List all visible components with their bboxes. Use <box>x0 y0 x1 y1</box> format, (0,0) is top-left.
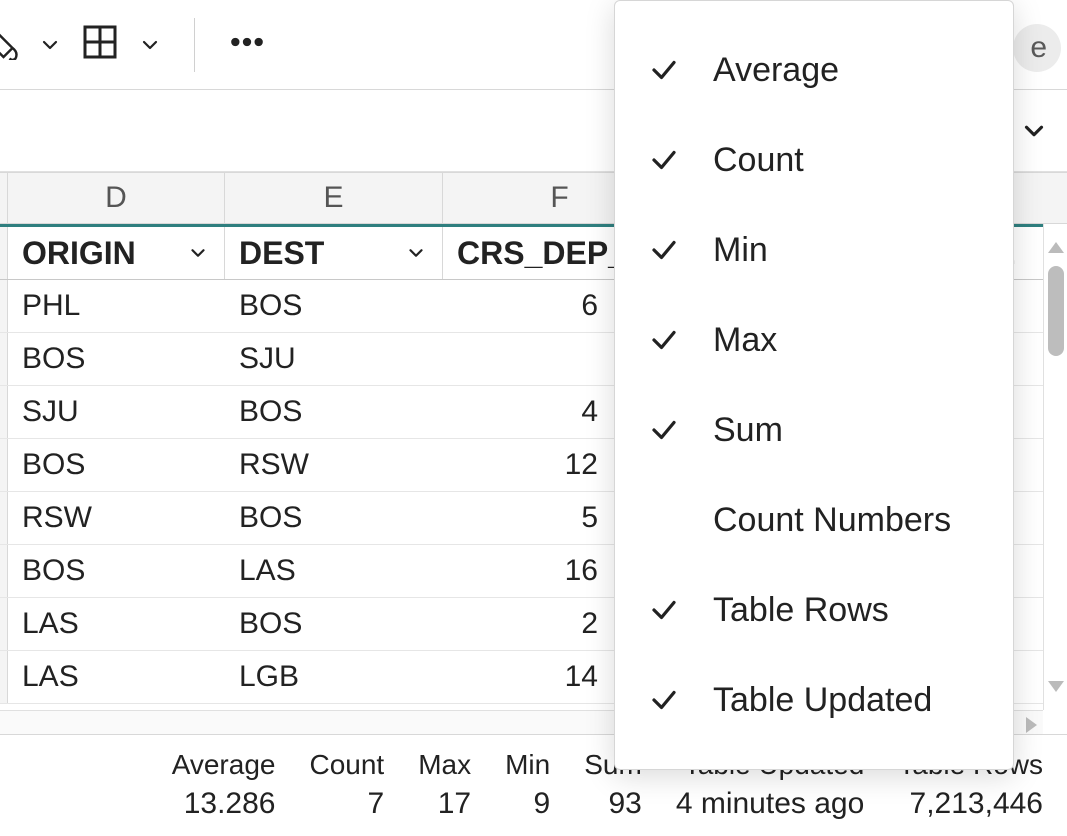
borders-dropdown[interactable] <box>138 33 162 57</box>
toolbar-group-paint <box>10 30 62 60</box>
cell-crs[interactable]: 12 <box>443 439 613 491</box>
summary-value: 17 <box>438 784 471 825</box>
menu-item-count[interactable]: Count <box>615 115 1013 205</box>
column-header-dest[interactable]: DEST <box>225 227 443 279</box>
row-gutter <box>0 545 8 597</box>
cell-crs[interactable]: 6 <box>443 280 613 332</box>
menu-item-label: Count Numbers <box>713 501 951 540</box>
check-icon <box>641 407 687 453</box>
toolbar-pill-letter: e <box>1030 31 1047 64</box>
summary-value: 13.286 <box>184 784 276 825</box>
toolbar-separator <box>194 18 195 72</box>
cell-origin[interactable]: SJU <box>8 386 225 438</box>
summary-value: 4 minutes ago <box>676 784 864 825</box>
row-gutter <box>0 651 8 703</box>
column-header-label: CRS_DEP_ <box>457 235 626 272</box>
cell-dest[interactable]: BOS <box>225 280 443 332</box>
menu-item-min[interactable]: Min <box>615 205 1013 295</box>
summary-max[interactable]: Max 17 <box>418 746 471 824</box>
toolbar-group-borders <box>80 22 162 67</box>
column-header-label: DEST <box>239 235 324 272</box>
summary-context-menu: Average Count Min Max Sum Count Numbers … <box>614 0 1014 770</box>
check-icon-empty <box>641 497 687 543</box>
menu-item-sum[interactable]: Sum <box>615 385 1013 475</box>
scroll-up-icon[interactable] <box>1048 242 1064 253</box>
row-gutter <box>0 280 8 332</box>
scroll-right-icon[interactable] <box>1026 717 1037 733</box>
borders-icon[interactable] <box>80 22 120 67</box>
menu-item-label: Count <box>713 141 804 180</box>
menu-item-table-rows[interactable]: Table Rows <box>615 565 1013 655</box>
column-header-origin[interactable]: ORIGIN <box>8 227 225 279</box>
cell-origin[interactable]: BOS <box>8 439 225 491</box>
scroll-down-icon[interactable] <box>1048 681 1064 692</box>
check-icon <box>641 587 687 633</box>
menu-item-max[interactable]: Max <box>615 295 1013 385</box>
row-gutter <box>0 439 8 491</box>
paint-bucket-icon[interactable] <box>0 30 20 60</box>
cell-crs[interactable]: 5 <box>443 492 613 544</box>
cell-dest[interactable]: BOS <box>225 386 443 438</box>
column-letter[interactable]: E <box>225 173 443 223</box>
menu-item-label: Average <box>713 51 839 90</box>
cell-origin[interactable]: BOS <box>8 333 225 385</box>
summary-label: Min <box>505 746 550 784</box>
scroll-thumb[interactable] <box>1048 266 1064 356</box>
filter-dropdown-icon[interactable] <box>184 239 212 267</box>
paint-bucket-dropdown[interactable] <box>38 33 62 57</box>
summary-label: Count <box>309 746 384 784</box>
cell-dest[interactable]: BOS <box>225 492 443 544</box>
summary-count[interactable]: Count 7 <box>309 746 384 824</box>
cell-crs[interactable]: 2 <box>443 598 613 650</box>
cell-origin[interactable]: PHL <box>8 280 225 332</box>
check-icon <box>641 227 687 273</box>
summary-value: 7,213,446 <box>910 784 1043 825</box>
cell-dest[interactable]: RSW <box>225 439 443 491</box>
check-icon <box>641 47 687 93</box>
row-gutter <box>0 173 8 223</box>
menu-item-label: Max <box>713 321 777 360</box>
cell-crs[interactable]: 4 <box>443 386 613 438</box>
menu-item-average[interactable]: Average <box>615 25 1013 115</box>
vertical-scrollbar[interactable] <box>1043 224 1067 710</box>
column-letter[interactable]: D <box>8 173 225 223</box>
cell-origin[interactable]: LAS <box>8 651 225 703</box>
cell-dest[interactable]: LAS <box>225 545 443 597</box>
menu-item-label: Table Rows <box>713 591 889 630</box>
cell-dest[interactable]: BOS <box>225 598 443 650</box>
summary-value: 9 <box>534 784 551 825</box>
row-gutter <box>0 598 8 650</box>
menu-item-table-updated[interactable]: Table Updated <box>615 655 1013 745</box>
row-gutter <box>0 386 8 438</box>
summary-label: Average <box>172 746 276 784</box>
cell-dest[interactable]: LGB <box>225 651 443 703</box>
column-header-label: ORIGIN <box>22 235 136 272</box>
menu-item-label: Sum <box>713 411 783 450</box>
summary-value: 93 <box>608 784 641 825</box>
menu-item-label: Min <box>713 231 768 270</box>
row-gutter <box>0 333 8 385</box>
cell-dest[interactable]: SJU <box>225 333 443 385</box>
filter-dropdown-icon[interactable] <box>402 239 430 267</box>
summary-label: Max <box>418 746 471 784</box>
row-gutter <box>0 492 8 544</box>
check-icon <box>641 677 687 723</box>
menu-item-count-numbers[interactable]: Count Numbers <box>615 475 1013 565</box>
cell-crs[interactable]: 14 <box>443 651 613 703</box>
cell-origin[interactable]: BOS <box>8 545 225 597</box>
summary-average[interactable]: Average 13.286 <box>172 746 276 824</box>
cell-crs[interactable] <box>443 333 613 385</box>
check-icon <box>641 137 687 183</box>
secondary-bar-expand[interactable] <box>1019 116 1049 146</box>
cell-crs[interactable]: 16 <box>443 545 613 597</box>
summary-min[interactable]: Min 9 <box>505 746 550 824</box>
menu-item-label: Table Updated <box>713 681 932 720</box>
cell-origin[interactable]: RSW <box>8 492 225 544</box>
toolbar-pill[interactable]: e <box>1013 24 1061 72</box>
summary-value: 7 <box>368 784 385 825</box>
check-icon <box>641 317 687 363</box>
cell-origin[interactable]: LAS <box>8 598 225 650</box>
row-gutter <box>0 227 8 279</box>
more-icon[interactable] <box>227 22 267 67</box>
